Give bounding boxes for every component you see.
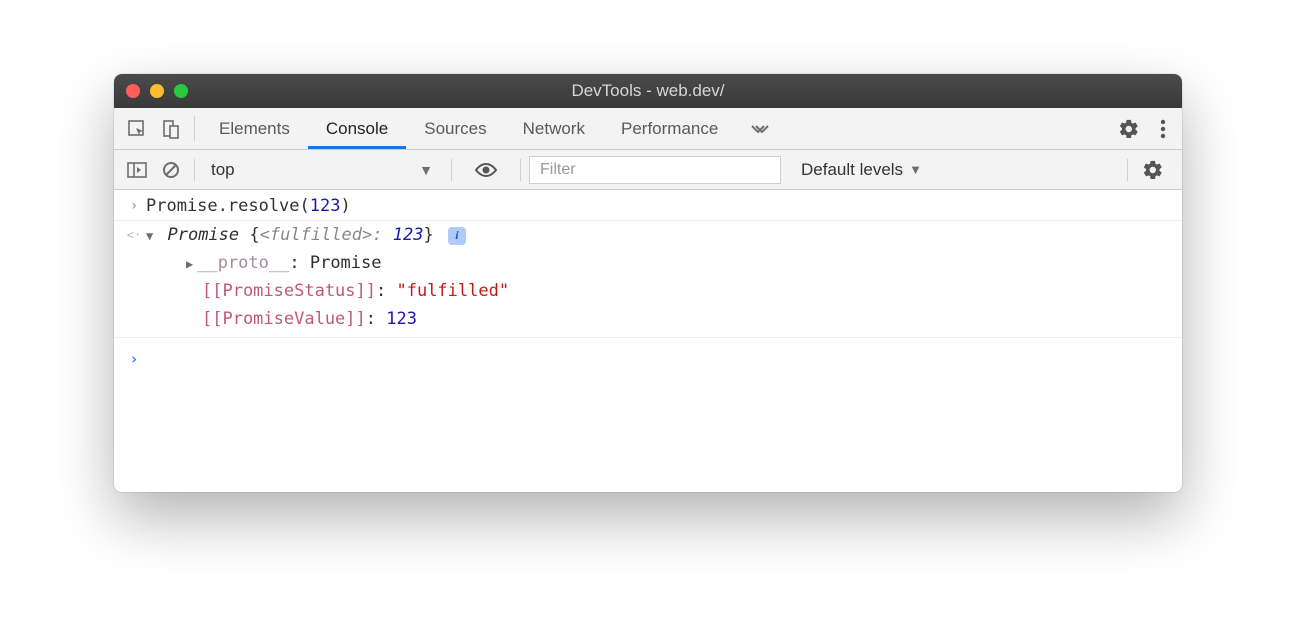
prompt-chevron-icon: › — [122, 344, 146, 372]
titlebar: DevTools - web.dev/ — [114, 74, 1182, 108]
property-key: [[PromiseValue]] — [202, 309, 366, 329]
live-expression-icon[interactable] — [460, 162, 512, 178]
separator — [451, 159, 452, 181]
console-settings-icon[interactable] — [1132, 159, 1174, 181]
traffic-lights — [126, 84, 188, 98]
console-input-echo[interactable]: › Promise.resolve(123) — [114, 192, 1182, 221]
settings-gear-icon[interactable] — [1108, 118, 1150, 140]
property-row-status[interactable]: [[PromiseStatus]]: "fulfilled" — [114, 277, 1182, 305]
levels-label: Default levels — [801, 160, 903, 180]
promise-state-value: 123 — [393, 225, 424, 245]
tab-network[interactable]: Network — [505, 108, 603, 149]
property-row-proto[interactable]: ▶__proto__: Promise — [114, 249, 1182, 277]
separator — [520, 159, 521, 181]
console-output: › Promise.resolve(123) <· ▼ Promise {<fu… — [114, 190, 1182, 492]
tab-performance[interactable]: Performance — [603, 108, 736, 149]
separator — [1127, 159, 1128, 181]
device-toolbar-icon[interactable] — [154, 108, 188, 149]
tab-elements[interactable]: Elements — [201, 108, 308, 149]
clear-console-icon[interactable] — [156, 156, 186, 184]
result-object[interactable]: ▼ Promise {<fulfilled>: 123} i — [146, 221, 466, 249]
log-levels-select[interactable]: Default levels ▼ — [785, 160, 938, 180]
expand-right-icon[interactable]: ▶ — [186, 257, 193, 271]
output-chevron-icon: <· — [122, 221, 146, 246]
console-result-row[interactable]: <· ▼ Promise {<fulfilled>: 123} i — [114, 221, 1182, 249]
tab-console[interactable]: Console — [308, 108, 406, 149]
property-value: 123 — [386, 309, 417, 329]
maximize-window-button[interactable] — [174, 84, 188, 98]
context-select[interactable]: top ▼ — [203, 160, 443, 180]
close-window-button[interactable] — [126, 84, 140, 98]
context-label: top — [211, 160, 235, 180]
inspect-element-icon[interactable] — [120, 108, 154, 149]
devtools-tabbar: Elements Console Sources Network Perform… — [114, 108, 1182, 150]
tab-sources[interactable]: Sources — [406, 108, 504, 149]
property-value: Promise — [310, 253, 382, 273]
console-toolbar: top ▼ Default levels ▼ — [114, 150, 1182, 190]
minimize-window-button[interactable] — [150, 84, 164, 98]
property-key: [[PromiseStatus]] — [202, 281, 376, 301]
window-title: DevTools - web.dev/ — [114, 81, 1182, 101]
more-tabs-icon[interactable] — [736, 108, 784, 149]
console-input-code: Promise.resolve(123) — [146, 192, 351, 220]
promise-state-label: <fulfilled> — [260, 225, 373, 245]
dropdown-caret-icon: ▼ — [909, 162, 922, 177]
info-badge-icon[interactable]: i — [448, 227, 466, 245]
property-row-value[interactable]: [[PromiseValue]]: 123 — [114, 305, 1182, 333]
property-value: "fulfilled" — [396, 281, 509, 301]
expand-toggle-icon[interactable]: ▼ — [146, 227, 157, 247]
devtools-window: DevTools - web.dev/ Elements Console Sou… — [114, 74, 1182, 492]
input-chevron-icon: › — [122, 192, 146, 218]
dropdown-caret-icon: ▼ — [419, 162, 433, 178]
console-prompt[interactable]: › — [114, 337, 1182, 372]
separator — [194, 116, 195, 141]
filter-input[interactable] — [529, 156, 781, 184]
property-key: __proto__ — [197, 253, 289, 273]
more-options-icon[interactable] — [1150, 119, 1176, 139]
separator — [194, 159, 195, 181]
object-class-name: Promise — [167, 225, 239, 245]
toggle-sidebar-icon[interactable] — [122, 156, 152, 184]
